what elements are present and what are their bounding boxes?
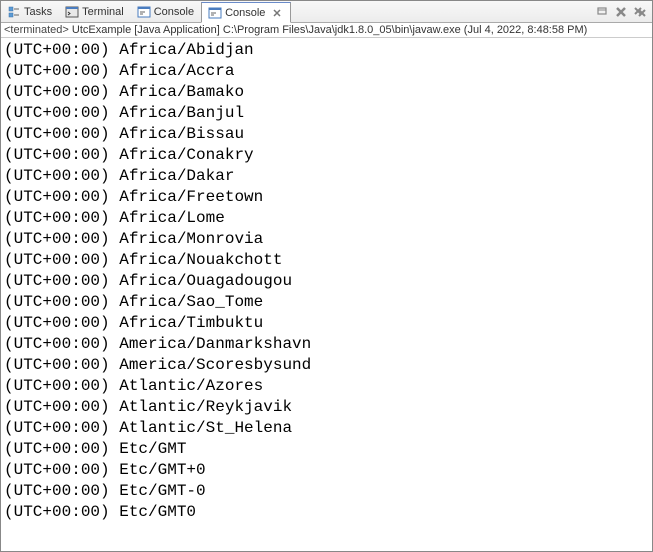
tab-terminal[interactable]: Terminal	[59, 1, 131, 22]
console-line: (UTC+00:00) Africa/Monrovia	[4, 229, 649, 250]
status-text: UtcExample [Java Application] C:\Program…	[69, 24, 588, 36]
console-output[interactable]: (UTC+00:00) Africa/Abidjan(UTC+00:00) Af…	[1, 38, 652, 525]
console-line: (UTC+00:00) Africa/Bissau	[4, 124, 649, 145]
console-line: (UTC+00:00) Africa/Accra	[4, 61, 649, 82]
close-icon[interactable]	[270, 6, 284, 20]
console-line: (UTC+00:00) Africa/Dakar	[4, 166, 649, 187]
console-line: (UTC+00:00) Etc/GMT+0	[4, 460, 649, 481]
console-line: (UTC+00:00) Africa/Freetown	[4, 187, 649, 208]
console-line: (UTC+00:00) Africa/Ouagadougou	[4, 271, 649, 292]
console-line: (UTC+00:00) Africa/Banjul	[4, 103, 649, 124]
console-line: (UTC+00:00) Atlantic/Azores	[4, 376, 649, 397]
console-icon	[137, 5, 151, 19]
tab-label: Console	[225, 7, 265, 19]
console-line: (UTC+00:00) Africa/Lome	[4, 208, 649, 229]
tab-label: Terminal	[82, 6, 124, 18]
console-line: (UTC+00:00) America/Scoresbysund	[4, 355, 649, 376]
console-line: (UTC+00:00) Atlantic/St_Helena	[4, 418, 649, 439]
console-line: (UTC+00:00) Etc/GMT0	[4, 502, 649, 523]
toolbar-icons	[594, 4, 652, 20]
console-line: (UTC+00:00) Africa/Nouakchott	[4, 250, 649, 271]
remove-launch-icon[interactable]	[632, 4, 648, 20]
console-line: (UTC+00:00) Africa/Bamako	[4, 82, 649, 103]
console-line: (UTC+00:00) Africa/Timbuktu	[4, 313, 649, 334]
console-line: (UTC+00:00) Africa/Sao_Tome	[4, 292, 649, 313]
console-line: (UTC+00:00) Africa/Abidjan	[4, 40, 649, 61]
tab-tasks[interactable]: Tasks	[1, 1, 59, 22]
status-line: <terminated> UtcExample [Java Applicatio…	[1, 23, 652, 38]
tab-console-active[interactable]: Console	[201, 2, 291, 23]
console-line: (UTC+00:00) America/Danmarkshavn	[4, 334, 649, 355]
tab-label: Console	[154, 6, 194, 18]
tasks-icon	[7, 5, 21, 19]
console-icon	[208, 6, 222, 20]
console-line: (UTC+00:00) Etc/GMT	[4, 439, 649, 460]
terminal-icon	[65, 5, 79, 19]
tab-bar: Tasks Terminal Console	[1, 1, 652, 23]
console-line: (UTC+00:00) Africa/Conakry	[4, 145, 649, 166]
console-line: (UTC+00:00) Atlantic/Reykjavik	[4, 397, 649, 418]
remove-all-icon[interactable]	[613, 4, 629, 20]
console-line: (UTC+00:00) Etc/GMT-0	[4, 481, 649, 502]
tab-console[interactable]: Console	[131, 1, 201, 22]
terminated-label: <terminated>	[4, 24, 69, 36]
tab-label: Tasks	[24, 6, 52, 18]
pin-icon[interactable]	[594, 4, 610, 20]
